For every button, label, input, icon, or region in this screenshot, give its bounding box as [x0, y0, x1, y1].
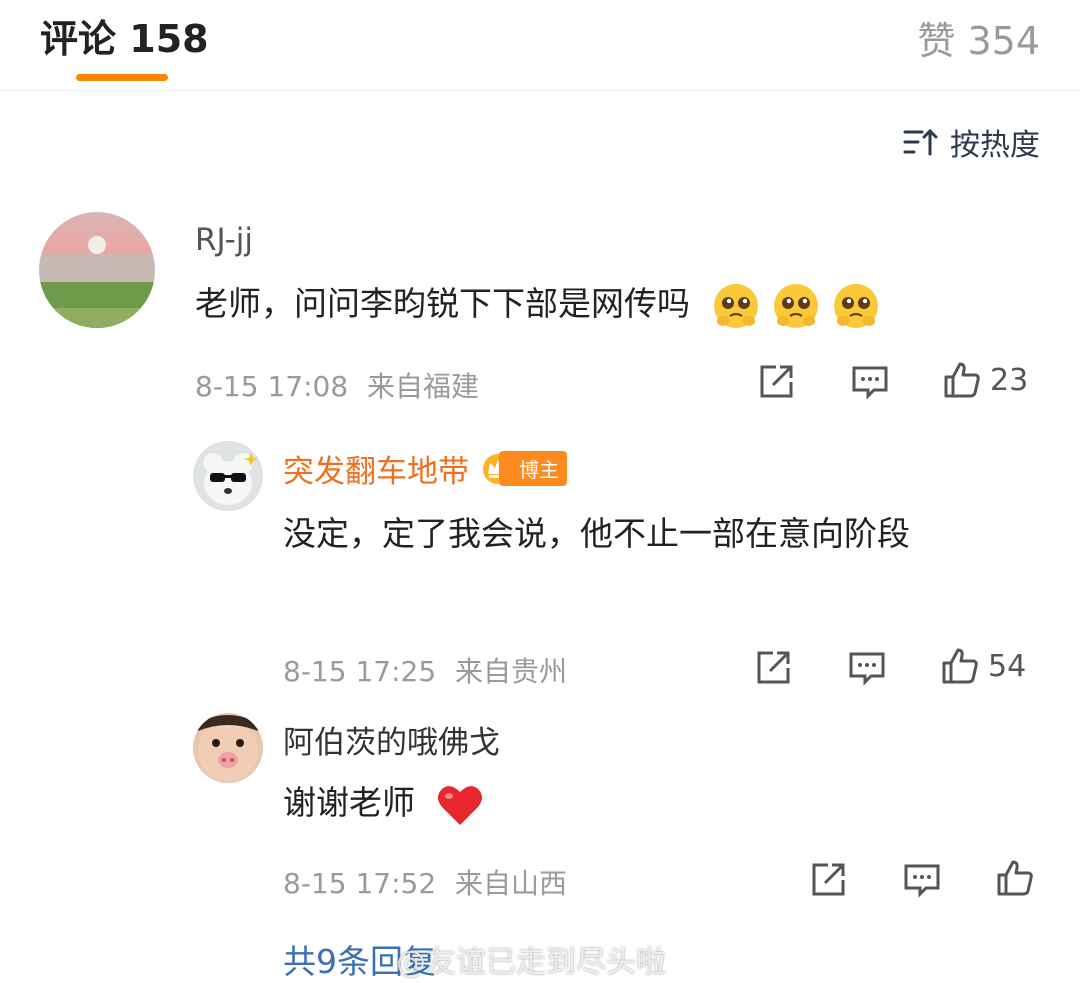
reply-username[interactable]: 突发翻车地带: [283, 446, 469, 491]
tab-comments[interactable]: 评论 158: [40, 8, 209, 63]
header-divider: [0, 90, 1080, 91]
comments-count: 158: [129, 17, 209, 61]
avatar-landscape-image: [39, 212, 155, 328]
reply-text: 没定，定了我会说，他不止一部在意向阶段: [283, 514, 910, 553]
reply-location: 来自贵州: [455, 655, 568, 688]
pleading-face-icon: [773, 283, 818, 328]
sort-label: 按热度: [950, 128, 1040, 163]
pleading-face-icon: [833, 283, 878, 328]
like-button[interactable]: [995, 858, 1035, 898]
reply-time: 8-15 17:52: [283, 867, 437, 900]
tab-likes[interactable]: 赞 354: [917, 10, 1040, 65]
comment-icon: [849, 652, 885, 686]
avatar-dog-image: [193, 441, 263, 511]
avatar[interactable]: [193, 441, 263, 511]
comment-username[interactable]: RJ-jj: [195, 222, 253, 258]
avatar[interactable]: [193, 713, 263, 783]
reply-username[interactable]: 阿伯茨的哦佛戈: [283, 717, 500, 762]
share-button[interactable]: [756, 362, 796, 402]
active-tab-indicator: [76, 74, 168, 81]
sort-icon: [903, 128, 938, 156]
share-button[interactable]: [808, 860, 848, 900]
blogger-badge: 博主: [481, 451, 567, 486]
watermark: @友谊已走到尽头啦: [396, 945, 666, 980]
comment-meta: 8-15 17:08 来自福建: [195, 365, 479, 405]
reply-button[interactable]: [847, 648, 887, 688]
reply-meta: 8-15 17:25 来自贵州: [283, 650, 567, 690]
reply-button[interactable]: [850, 362, 890, 402]
like-button[interactable]: 23: [942, 360, 1028, 400]
comment-time: 8-15 17:08: [195, 370, 349, 403]
reply-text: 谢谢老师: [283, 774, 484, 832]
comment-icon: [904, 864, 940, 898]
like-button[interactable]: 54: [940, 646, 1026, 686]
likes-count: 354: [967, 19, 1040, 63]
comment-text-body: 老师，问问李昀锐下下部是网传吗: [195, 284, 690, 323]
tab-comments-label: 评论: [40, 17, 117, 61]
tab-likes-label: 赞: [917, 19, 956, 63]
blogger-badge-label: 博主: [499, 451, 567, 486]
thumbs-up-icon: [942, 648, 978, 684]
reply-meta: 8-15 17:52 来自山西: [283, 862, 567, 902]
share-button[interactable]: [753, 648, 793, 688]
red-heart-icon: [437, 785, 482, 825]
comment-text: 老师，问问李昀锐下下部是网传吗: [195, 275, 881, 333]
reply-button[interactable]: [902, 860, 942, 900]
share-icon: [757, 651, 790, 684]
like-count: 23: [990, 362, 1029, 398]
pleading-face-icon: [713, 283, 758, 328]
avatar-baby-face-image: [193, 713, 263, 783]
comment-icon: [852, 366, 888, 400]
share-icon: [760, 365, 793, 398]
like-count: 54: [988, 648, 1027, 684]
share-icon: [812, 863, 845, 896]
thumbs-up-icon: [944, 362, 980, 398]
thumbs-up-icon: [997, 860, 1033, 896]
comment-location: 来自福建: [367, 370, 480, 403]
reply-location: 来自山西: [455, 867, 568, 900]
sort-button[interactable]: 按热度: [902, 120, 1040, 164]
reply-time: 8-15 17:25: [283, 655, 437, 688]
reply-header: 突发翻车地带 博主: [283, 446, 567, 491]
avatar[interactable]: [39, 212, 155, 328]
reply-text-body: 谢谢老师: [283, 783, 415, 822]
